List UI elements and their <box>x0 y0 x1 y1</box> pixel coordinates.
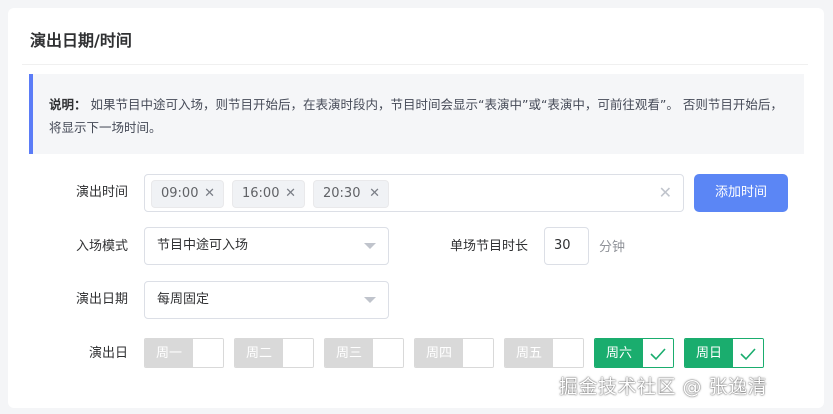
section-title: 演出日期/时间 <box>30 31 132 50</box>
chevron-down-icon <box>364 297 376 303</box>
time-tag: 20:30 ✕ <box>313 180 389 208</box>
show-date-label: 演出日期 <box>75 292 128 307</box>
day-label: 周五 <box>505 339 555 367</box>
close-icon[interactable]: ✕ <box>285 181 296 207</box>
day-label: 周四 <box>415 339 465 367</box>
show-time-label: 演出时间 <box>75 185 128 200</box>
checkbox-box[interactable] <box>553 339 583 367</box>
check-icon <box>650 348 666 361</box>
check-icon <box>740 348 756 361</box>
day-label: 周日 <box>685 339 735 367</box>
entry-mode-value: 节目中途可入场 <box>157 238 249 253</box>
notice-box: 说明： 如果节目中途可入场，则节目开始后，在表演时段内，节目时间会显示“表演中”… <box>29 74 804 154</box>
duration-label: 单场节目时长 <box>449 239 528 254</box>
day-label: 周六 <box>595 339 645 367</box>
show-time-tags-input[interactable]: 09:00 ✕ 16:00 ✕ 20:30 ✕ ✕ <box>144 174 684 212</box>
time-tag-label: 09:00 <box>161 186 199 201</box>
show-date-value: 每周固定 <box>157 292 210 307</box>
show-days-label: 演出日 <box>88 346 128 361</box>
duration-input[interactable]: 30 <box>544 227 589 265</box>
divider <box>22 64 808 65</box>
day-checkbox-mon[interactable]: 周一 <box>144 338 224 368</box>
entry-mode-label: 入场模式 <box>75 239 128 254</box>
day-label: 周二 <box>235 339 285 367</box>
checkbox-box[interactable] <box>373 339 403 367</box>
add-time-button[interactable]: 添加时间 <box>694 174 788 212</box>
day-label: 周三 <box>325 339 375 367</box>
checkbox-box[interactable] <box>643 339 673 367</box>
close-icon[interactable]: ✕ <box>204 181 215 207</box>
entry-mode-select[interactable]: 节目中途可入场 <box>144 227 389 265</box>
time-tag-label: 20:30 <box>323 186 361 201</box>
day-label: 周一 <box>145 339 195 367</box>
day-checkbox-wed[interactable]: 周三 <box>324 338 404 368</box>
day-checkbox-thu[interactable]: 周四 <box>414 338 494 368</box>
checkbox-box[interactable] <box>283 339 313 367</box>
notice-label: 说明： <box>49 97 87 112</box>
close-icon[interactable]: ✕ <box>369 181 380 207</box>
chevron-down-icon <box>364 243 376 249</box>
watermark: 掘金技术社区 @ 张逸清 <box>559 376 768 398</box>
duration-unit: 分钟 <box>599 240 626 255</box>
time-tag-label: 16:00 <box>242 186 280 201</box>
day-checkbox-fri[interactable]: 周五 <box>504 338 584 368</box>
day-checkbox-sun[interactable]: 周日 <box>684 338 764 368</box>
day-checkbox-sat[interactable]: 周六 <box>594 338 674 368</box>
time-tag: 16:00 ✕ <box>232 180 305 208</box>
show-date-select[interactable]: 每周固定 <box>144 281 389 319</box>
notice-text: 如果节目中途可入场，则节目开始后，在表演时段内，节目时间会显示“表演中”或“表演… <box>49 97 783 135</box>
checkbox-box[interactable] <box>193 339 223 367</box>
day-checkbox-tue[interactable]: 周二 <box>234 338 314 368</box>
checkbox-box[interactable] <box>463 339 493 367</box>
time-tag: 09:00 ✕ <box>151 180 224 208</box>
checkbox-box[interactable] <box>733 339 763 367</box>
clear-icon[interactable]: ✕ <box>659 183 672 202</box>
